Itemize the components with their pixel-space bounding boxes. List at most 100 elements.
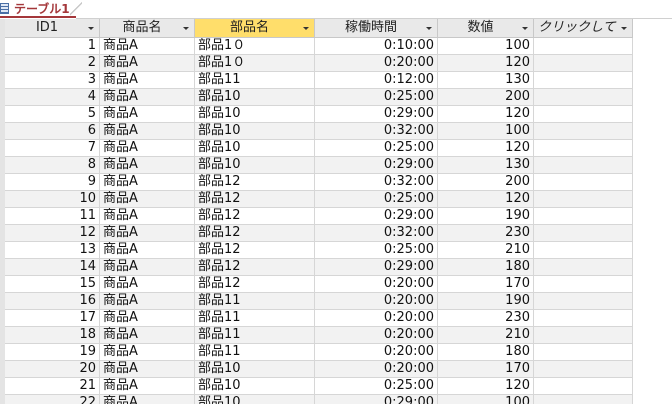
cell-id1[interactable]: 18	[5, 327, 100, 343]
cell-operating-time[interactable]: 0:20:00	[315, 276, 438, 292]
cell-part-name[interactable]: 部品11	[195, 72, 315, 88]
cell-part-name[interactable]: 部品10	[195, 157, 315, 173]
chevron-down-icon[interactable]	[301, 19, 311, 37]
cell-part-name[interactable]: 部品10	[195, 378, 315, 394]
cell-operating-time[interactable]: 0:32:00	[315, 123, 438, 139]
column-header-click-to-add[interactable]: クリックして追加	[534, 19, 633, 53]
cell-operating-time[interactable]: 0:10:00	[315, 38, 438, 54]
chevron-down-icon[interactable]	[424, 19, 434, 37]
cell-product-name[interactable]: 商品A	[100, 293, 195, 309]
cell-product-name[interactable]: 商品A	[100, 395, 195, 404]
table-row[interactable]: 13 商品A 部品12 0:25:00 210	[5, 242, 633, 259]
cell-id1[interactable]: 21	[5, 378, 100, 394]
table-row[interactable]: 22 商品A 部品10 0:29:00 100	[5, 395, 633, 404]
cell-part-name[interactable]: 部品10	[195, 123, 315, 139]
cell-product-name[interactable]: 商品A	[100, 89, 195, 105]
cell-product-name[interactable]: 商品A	[100, 191, 195, 207]
cell-operating-time[interactable]: 0:25:00	[315, 191, 438, 207]
cell-click-to-add[interactable]	[534, 140, 633, 156]
cell-product-name[interactable]: 商品A	[100, 242, 195, 258]
table-row[interactable]: 18 商品A 部品11 0:20:00 210	[5, 327, 633, 344]
chevron-down-icon[interactable]	[86, 19, 96, 37]
cell-operating-time[interactable]: 0:20:00	[315, 344, 438, 360]
table-row[interactable]: 8 商品A 部品10 0:29:00 130	[5, 157, 633, 174]
cell-product-name[interactable]: 商品A	[100, 123, 195, 139]
cell-part-name[interactable]: 部品1０	[195, 55, 315, 71]
cell-id1[interactable]: 13	[5, 242, 100, 258]
cell-click-to-add[interactable]	[534, 72, 633, 88]
cell-value[interactable]: 120	[438, 191, 534, 207]
table-row[interactable]: 9 商品A 部品12 0:32:00 200	[5, 174, 633, 191]
table-row[interactable]: 2 商品A 部品1０ 0:20:00 120	[5, 55, 633, 72]
chevron-down-icon[interactable]	[619, 19, 629, 37]
cell-product-name[interactable]: 商品A	[100, 378, 195, 394]
cell-operating-time[interactable]: 0:29:00	[315, 157, 438, 173]
table-row[interactable]: 1 商品A 部品1０ 0:10:00 100	[5, 38, 633, 55]
cell-value[interactable]: 190	[438, 208, 534, 224]
table-row[interactable]: 5 商品A 部品10 0:29:00 120	[5, 106, 633, 123]
cell-product-name[interactable]: 商品A	[100, 344, 195, 360]
cell-id1[interactable]: 19	[5, 344, 100, 360]
cell-value[interactable]: 130	[438, 157, 534, 173]
table-tab[interactable]: テーブル1	[0, 0, 76, 18]
column-header-id1[interactable]: ID1	[5, 19, 100, 37]
cell-id1[interactable]: 10	[5, 191, 100, 207]
cell-operating-time[interactable]: 0:32:00	[315, 174, 438, 190]
cell-part-name[interactable]: 部品10	[195, 106, 315, 122]
cell-value[interactable]: 190	[438, 293, 534, 309]
cell-id1[interactable]: 12	[5, 225, 100, 241]
cell-operating-time[interactable]: 0:20:00	[315, 55, 438, 71]
table-row[interactable]: 3 商品A 部品11 0:12:00 130	[5, 72, 633, 89]
cell-value[interactable]: 180	[438, 259, 534, 275]
cell-product-name[interactable]: 商品A	[100, 225, 195, 241]
cell-value[interactable]: 180	[438, 344, 534, 360]
cell-product-name[interactable]: 商品A	[100, 157, 195, 173]
cell-value[interactable]: 120	[438, 106, 534, 122]
table-row[interactable]: 4 商品A 部品10 0:25:00 200	[5, 89, 633, 106]
column-header-product-name[interactable]: 商品名	[100, 19, 195, 37]
cell-click-to-add[interactable]	[534, 242, 633, 258]
cell-click-to-add[interactable]	[534, 191, 633, 207]
cell-id1[interactable]: 17	[5, 310, 100, 326]
cell-part-name[interactable]: 部品11	[195, 344, 315, 360]
cell-click-to-add[interactable]	[534, 106, 633, 122]
cell-click-to-add[interactable]	[534, 378, 633, 394]
cell-id1[interactable]: 2	[5, 55, 100, 71]
table-row[interactable]: 11 商品A 部品12 0:29:00 190	[5, 208, 633, 225]
cell-part-name[interactable]: 部品1０	[195, 38, 315, 54]
cell-operating-time[interactable]: 0:12:00	[315, 72, 438, 88]
cell-product-name[interactable]: 商品A	[100, 310, 195, 326]
cell-click-to-add[interactable]	[534, 157, 633, 173]
cell-value[interactable]: 170	[438, 276, 534, 292]
cell-value[interactable]: 230	[438, 225, 534, 241]
cell-click-to-add[interactable]	[534, 123, 633, 139]
cell-operating-time[interactable]: 0:20:00	[315, 327, 438, 343]
cell-operating-time[interactable]: 0:20:00	[315, 310, 438, 326]
cell-product-name[interactable]: 商品A	[100, 276, 195, 292]
cell-product-name[interactable]: 商品A	[100, 72, 195, 88]
cell-value[interactable]: 210	[438, 327, 534, 343]
cell-id1[interactable]: 3	[5, 72, 100, 88]
cell-part-name[interactable]: 部品11	[195, 293, 315, 309]
cell-click-to-add[interactable]	[534, 208, 633, 224]
cell-value[interactable]: 170	[438, 361, 534, 377]
cell-value[interactable]: 100	[438, 395, 534, 404]
cell-id1[interactable]: 7	[5, 140, 100, 156]
cell-operating-time[interactable]: 0:20:00	[315, 361, 438, 377]
cell-value[interactable]: 130	[438, 72, 534, 88]
cell-id1[interactable]: 8	[5, 157, 100, 173]
cell-click-to-add[interactable]	[534, 225, 633, 241]
cell-click-to-add[interactable]	[534, 361, 633, 377]
table-row[interactable]: 10 商品A 部品12 0:25:00 120	[5, 191, 633, 208]
cell-value[interactable]: 120	[438, 378, 534, 394]
cell-id1[interactable]: 11	[5, 208, 100, 224]
chevron-down-icon[interactable]	[181, 19, 191, 37]
cell-id1[interactable]: 9	[5, 174, 100, 190]
cell-part-name[interactable]: 部品12	[195, 208, 315, 224]
cell-click-to-add[interactable]	[534, 55, 633, 71]
cell-part-name[interactable]: 部品12	[195, 174, 315, 190]
cell-operating-time[interactable]: 0:29:00	[315, 208, 438, 224]
cell-id1[interactable]: 4	[5, 89, 100, 105]
table-row[interactable]: 12 商品A 部品12 0:32:00 230	[5, 225, 633, 242]
cell-operating-time[interactable]: 0:25:00	[315, 242, 438, 258]
